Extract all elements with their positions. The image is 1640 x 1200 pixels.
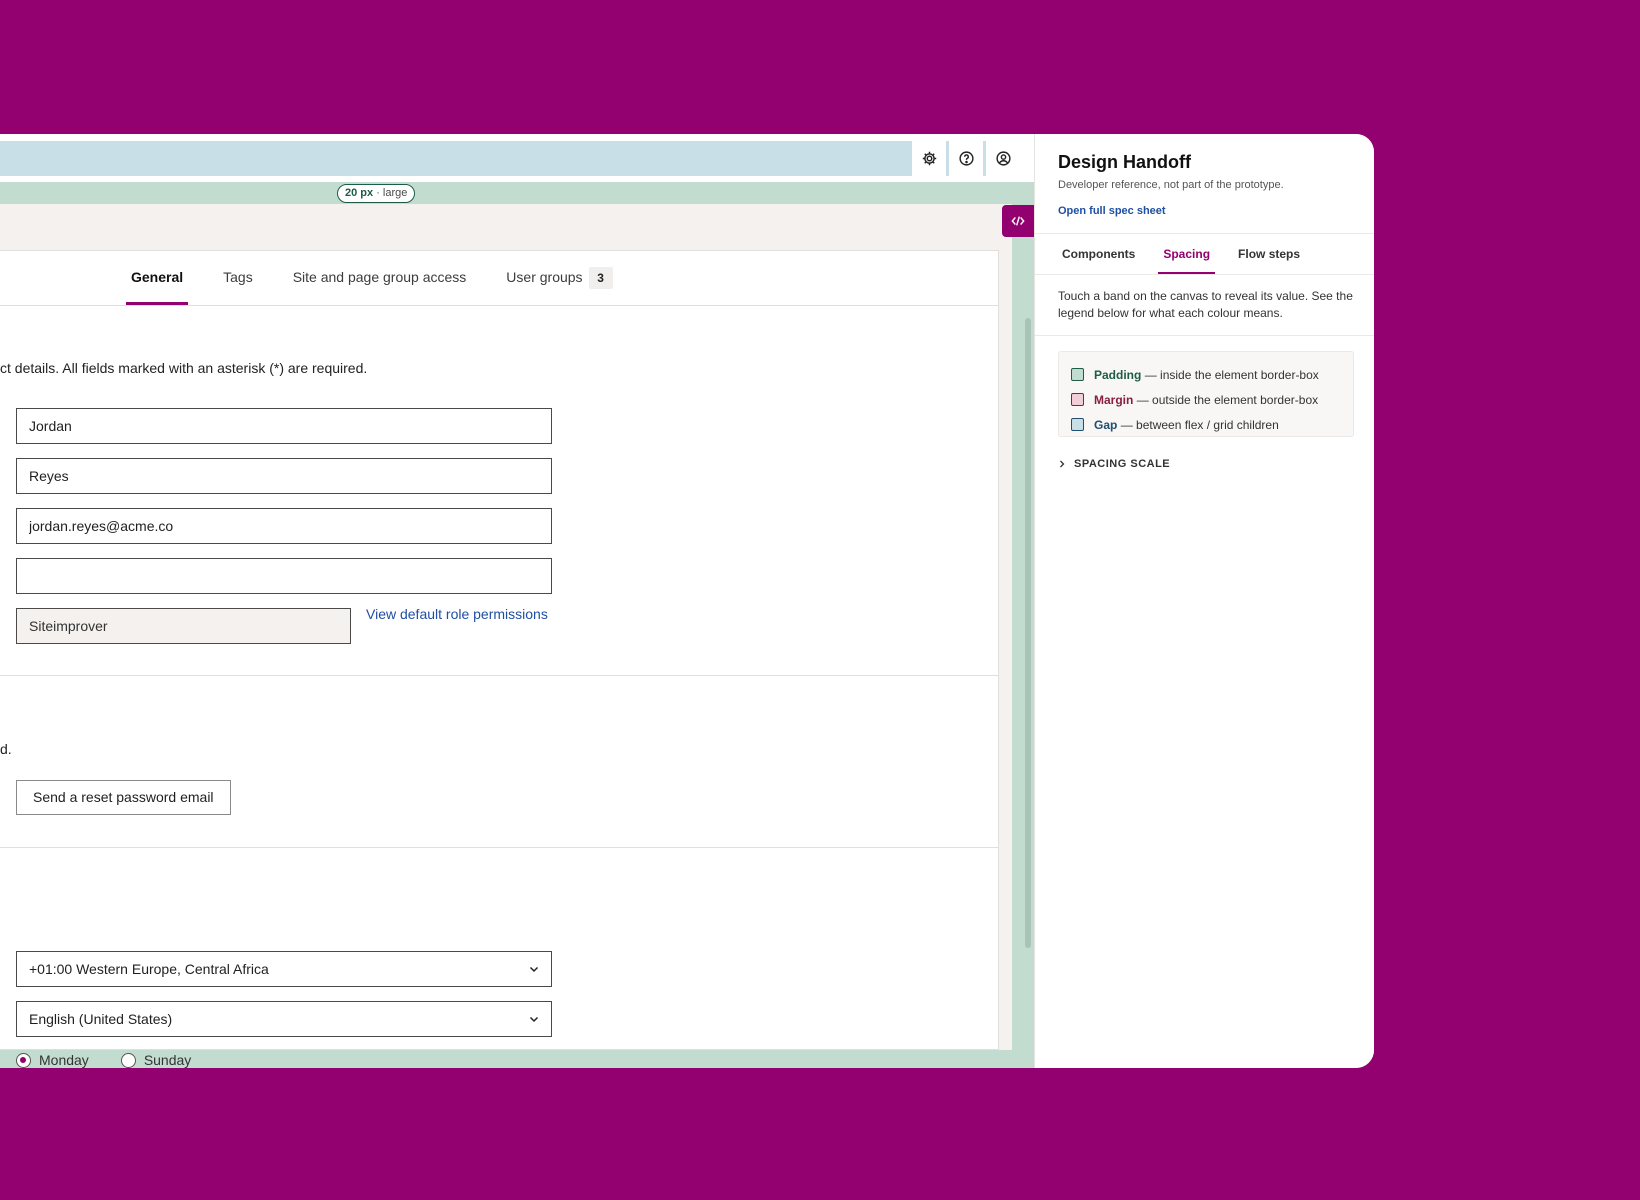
form-intro-text: ct details. All fields marked with an as… (0, 360, 368, 376)
panel-title: Design Handoff (1058, 152, 1191, 172)
top-bar (0, 134, 1034, 182)
user-tabs: General Tags Site and page group access … (126, 250, 648, 305)
panel-subtitle: Developer reference, not part of the pro… (1058, 179, 1284, 191)
legend-desc: — between flex / grid children (1120, 417, 1279, 432)
reset-password-button[interactable]: Send a reset password email (16, 780, 231, 815)
spacing-value-pill: 20 px · large (337, 184, 416, 203)
gap-band[interactable] (0, 141, 912, 176)
legend-text: Margin — outside the element border-box (1094, 393, 1318, 407)
tab-label: Tags (223, 269, 253, 285)
help-icon[interactable] (949, 141, 983, 176)
tab-label: Site and page group access (292, 269, 467, 285)
legend-item-padding: Padding — inside the element border-box (1071, 362, 1341, 387)
chevron-down-icon (529, 966, 539, 973)
radio-label: Sunday (143, 1052, 192, 1068)
spec-sheet-link[interactable]: Open full spec sheet (1058, 205, 1166, 217)
panel-divider (1035, 274, 1374, 275)
radio-monday[interactable]: Monday (16, 1052, 89, 1068)
tab-spacing[interactable]: Spacing (1158, 234, 1215, 274)
dev-panel-toggle[interactable] (1002, 205, 1034, 237)
count-badge: 3 (588, 267, 613, 290)
section-divider (0, 847, 999, 848)
padding-swatch (1071, 368, 1084, 381)
timezone-select[interactable]: +01:00 Western Europe, Central Africa (16, 951, 552, 987)
password-section-text: d. (0, 741, 12, 757)
design-handoff-panel: Design Handoff Developer reference, not … (1034, 134, 1374, 1068)
tab-label: General (131, 269, 184, 285)
section-divider (0, 675, 999, 676)
padding-band[interactable]: 20 px · large (0, 182, 1034, 204)
tab-user-groups[interactable]: User groups 3 (501, 250, 617, 305)
chevron-right-icon (1060, 460, 1065, 468)
spacing-scale-toggle[interactable]: SPACING SCALE (1058, 458, 1170, 470)
tab-label: User groups (506, 269, 583, 285)
legend-item-margin: Margin — outside the element border-box (1071, 387, 1341, 412)
code-icon (1011, 216, 1025, 226)
legend-text: Gap — between flex / grid children (1094, 418, 1279, 432)
legend-desc: — inside the element border-box (1144, 367, 1319, 382)
tab-divider (0, 305, 999, 306)
radio-label: Monday (39, 1052, 89, 1068)
app-window: 20 px · large General Tags Site and page… (0, 134, 1374, 1068)
legend-name: Padding (1094, 367, 1142, 382)
radio-sunday[interactable]: Sunday (120, 1052, 192, 1068)
panel-divider (1035, 335, 1374, 336)
empty-field[interactable] (16, 558, 552, 594)
margin-swatch (1071, 393, 1084, 406)
gap-swatch (1071, 418, 1084, 431)
legend-desc: — outside the element border-box (1136, 392, 1319, 407)
legend-name: Gap (1094, 417, 1118, 432)
radio-button[interactable] (16, 1052, 31, 1068)
spacing-scale-label: SPACING SCALE (1074, 458, 1171, 470)
chevron-down-icon (529, 1016, 539, 1023)
user-icon[interactable] (986, 141, 1020, 176)
last-name-field[interactable] (16, 458, 552, 494)
tab-site-access[interactable]: Site and page group access (288, 250, 472, 305)
language-value: English (United States) (29, 1011, 173, 1027)
tab-tags[interactable]: Tags (218, 250, 258, 305)
role-permissions-link[interactable]: View default role permissions (366, 606, 548, 622)
tab-components[interactable]: Components (1057, 234, 1140, 274)
legend-item-gap: Gap — between flex / grid children (1071, 412, 1341, 437)
email-field[interactable] (16, 508, 552, 544)
gear-icon[interactable] (912, 141, 946, 176)
tab-general[interactable]: General (126, 250, 189, 305)
legend-text: Padding — inside the element border-box (1094, 368, 1319, 382)
scrollbar[interactable] (1025, 318, 1031, 948)
role-field: Siteimprover (16, 608, 351, 644)
legend-name: Margin (1094, 392, 1134, 407)
spacing-legend: Padding — inside the element border-box … (1058, 351, 1354, 437)
tab-flow-steps[interactable]: Flow steps (1233, 234, 1305, 274)
spacing-size-label: · large (376, 187, 408, 199)
spacing-value: 20 px (345, 187, 374, 199)
timezone-value: +01:00 Western Europe, Central Africa (29, 961, 269, 977)
first-name-field[interactable] (16, 408, 552, 444)
week-start-radios: Monday Sunday (16, 1052, 191, 1068)
language-select[interactable]: English (United States) (16, 1001, 552, 1037)
spacing-description: Touch a band on the canvas to reveal its… (1058, 289, 1353, 320)
prototype-canvas: 20 px · large General Tags Site and page… (0, 134, 1034, 1068)
panel-tabs: Components Spacing Flow steps (1057, 234, 1323, 274)
radio-button[interactable] (120, 1052, 136, 1068)
